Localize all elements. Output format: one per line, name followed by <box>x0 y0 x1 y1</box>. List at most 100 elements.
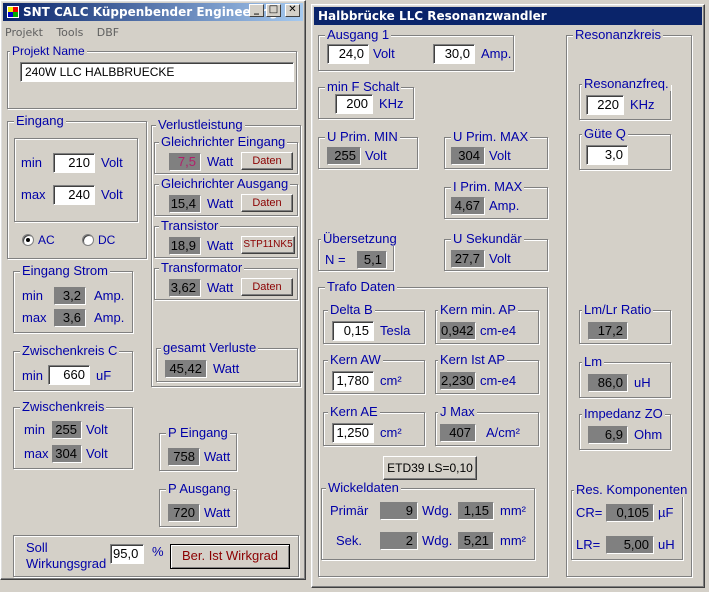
resfreq-input[interactable]: 220 <box>586 95 624 115</box>
j-max-unit: A/cm² <box>486 425 520 440</box>
core-select-button[interactable]: ETD39 LS=0,10 <box>383 456 477 480</box>
zk-max-value: 304 <box>52 445 82 463</box>
projekt-label: Projekt Name <box>10 44 87 58</box>
p-eingang-unit: Watt <box>204 449 231 464</box>
kern-aw-title: Kern AW <box>328 352 383 367</box>
eingang-title: Eingang <box>14 113 66 128</box>
strom-max-label: max <box>22 310 47 325</box>
kern-ist-ap-value: 2,230 <box>440 372 476 390</box>
gesamt-value: 45,42 <box>165 360 207 378</box>
eingang-max-input[interactable]: 240 <box>53 185 95 205</box>
left-window-title: SNT CALC Küppenbender Engineering <box>23 5 278 19</box>
kern-min-ap-unit: cm-e4 <box>480 323 517 338</box>
delta-b-group: Delta B 0,15 Tesla <box>323 303 425 344</box>
resfreq-title: Resonanzfreq. <box>582 76 671 91</box>
resonanzkreis-group: Resonanzkreis Resonanzfreq. 220 KHz Güte… <box>566 28 692 577</box>
dc-label[interactable]: DC <box>98 232 115 248</box>
kern-aw-input[interactable]: 1,780 <box>332 371 374 391</box>
p-ausgang-group: P Ausgang 720 Watt <box>159 482 237 527</box>
zwischenkreis-title: Zwischenkreis <box>20 399 107 414</box>
uebersetzung-title: Übersetzung <box>321 231 399 246</box>
min-f-title: min F Schalt <box>325 79 402 94</box>
u-sekundaer-unit: Volt <box>489 251 511 266</box>
sek-wdg-unit: Wdg. <box>422 533 453 548</box>
menu-tools[interactable]: Tools <box>56 26 83 39</box>
j-max-group: J Max 407 A/cm² <box>435 405 539 446</box>
gleich-ein-unit: Watt <box>207 154 234 169</box>
gleich-ein-group: Gleichrichter Eingang 7,5 Watt Daten <box>154 135 298 174</box>
i-prim-max-value: 4,67 <box>451 197 485 215</box>
uebersetzung-group: Übersetzung N = 5,1 <box>318 232 399 271</box>
gleich-aus-group: Gleichrichter Ausgang 15,4 Watt Daten <box>154 177 298 216</box>
cr-value: 0,105 <box>606 504 654 522</box>
menubar: Projekt Tools DBF <box>5 25 129 43</box>
impedanz-title: Impedanz ZO <box>582 406 665 421</box>
kern-ae-input[interactable]: 1,250 <box>332 423 374 443</box>
ausgang-amp-input[interactable]: 30,0 <box>433 44 475 64</box>
cr-unit: µF <box>658 505 674 520</box>
gesamt-group: gesamt Verluste 45,42 Watt <box>156 341 298 382</box>
zk-c-unit: uF <box>96 368 112 383</box>
impedanz-unit: Ohm <box>634 427 663 442</box>
min-f-unit: KHz <box>379 96 404 111</box>
impedanz-group: Impedanz ZO 6,9 Ohm <box>579 407 671 450</box>
i-prim-max-title: I Prim. MAX <box>451 179 525 194</box>
zk-max-label: max <box>24 446 49 461</box>
p-ausgang-value: 720 <box>168 504 200 522</box>
minimize-icon[interactable]: _ <box>249 4 264 17</box>
gleich-aus-daten-button[interactable]: Daten <box>241 194 293 212</box>
transformator-group: Transformator 3,62 Watt Daten <box>154 261 298 300</box>
u-prim-min-title: U Prim. MIN <box>325 129 400 144</box>
zk-c-input[interactable]: 660 <box>48 365 90 385</box>
p-eingang-group: P Eingang 758 Watt <box>159 426 237 471</box>
transformator-value: 3,62 <box>169 279 201 297</box>
kern-ist-ap-unit: cm-e4 <box>480 373 517 388</box>
res-komp-title: Res. Komponenten <box>574 482 690 497</box>
zk-min-label: min <box>24 422 45 437</box>
transformator-daten-button[interactable]: Daten <box>241 278 293 296</box>
projekt-group: Projekt Name 240W LLC HALBBRUECKE <box>7 44 297 109</box>
strom-min-value: 3,2 <box>54 287 86 305</box>
eingang-min-input[interactable]: 210 <box>53 153 95 173</box>
gesamt-title: gesamt Verluste <box>161 340 259 355</box>
zwischenkreis-group: Zwischenkreis min 255 Volt max 304 Volt <box>13 400 133 469</box>
zwischenkreis-c-group: Zwischenkreis C min 660 uF <box>13 344 133 391</box>
kern-ae-group: Kern AE 1,250 cm² <box>323 405 425 446</box>
ber-ist-wirkgrad-button[interactable]: Ber. Ist Wirkgrad <box>170 544 290 569</box>
dc-radio[interactable] <box>82 234 94 246</box>
cr-label: CR= <box>576 505 603 520</box>
ausgang-volt-input[interactable]: 24,0 <box>327 44 369 64</box>
lr-label: LR= <box>576 537 601 552</box>
gleich-ein-title: Gleichrichter Eingang <box>159 134 288 149</box>
min-f-group: min F Schalt 200 KHz <box>318 80 414 119</box>
right-window-titlebar[interactable]: Halbbrücke LLC Resonanzwandler <box>314 7 702 25</box>
transistor-button[interactable]: STP11NK5 <box>241 236 295 254</box>
res-komp-group: Res. Komponenten CR= 0,105 µF LR= 5,00 u… <box>571 483 690 560</box>
sek-mm-value: 5,21 <box>458 532 494 550</box>
transistor-group: Transistor 18,9 Watt STP11NK5 <box>154 219 298 258</box>
kern-aw-unit: cm² <box>380 373 402 388</box>
close-icon[interactable]: ✕ <box>285 4 300 17</box>
menu-projekt[interactable]: Projekt <box>5 26 43 39</box>
zk-min-unit: Volt <box>86 422 108 437</box>
ac-radio[interactable] <box>22 234 34 246</box>
ratio-title: Lm/Lr Ratio <box>582 302 654 317</box>
min-f-input[interactable]: 200 <box>335 94 373 114</box>
lm-unit: uH <box>634 375 651 390</box>
zk-min-value: 255 <box>52 421 82 439</box>
ac-label[interactable]: AC <box>38 232 55 248</box>
wirkungsgrad-input[interactable]: 95,0 <box>110 544 144 564</box>
eingang-max-label: max <box>21 187 46 202</box>
projekt-name-input[interactable]: 240W LLC HALBBRUECKE <box>20 62 294 82</box>
u-prim-min-group: U Prim. MIN 255 Volt <box>318 130 418 169</box>
lm-title: Lm <box>582 354 605 369</box>
guete-input[interactable]: 3,0 <box>586 145 628 165</box>
ratio-value: 17,2 <box>588 322 628 340</box>
delta-b-input[interactable]: 0,15 <box>332 321 374 341</box>
maximize-icon[interactable]: □ <box>266 4 281 17</box>
right-window: Halbbrücke LLC Resonanzwandler Ausgang 1… <box>311 4 705 588</box>
gleich-ein-daten-button[interactable]: Daten <box>241 152 293 170</box>
resfreq-group: Resonanzfreq. 220 KHz <box>579 77 671 120</box>
primaer-wdg-value: 9 <box>380 502 418 520</box>
menu-dbf[interactable]: DBF <box>97 26 119 39</box>
